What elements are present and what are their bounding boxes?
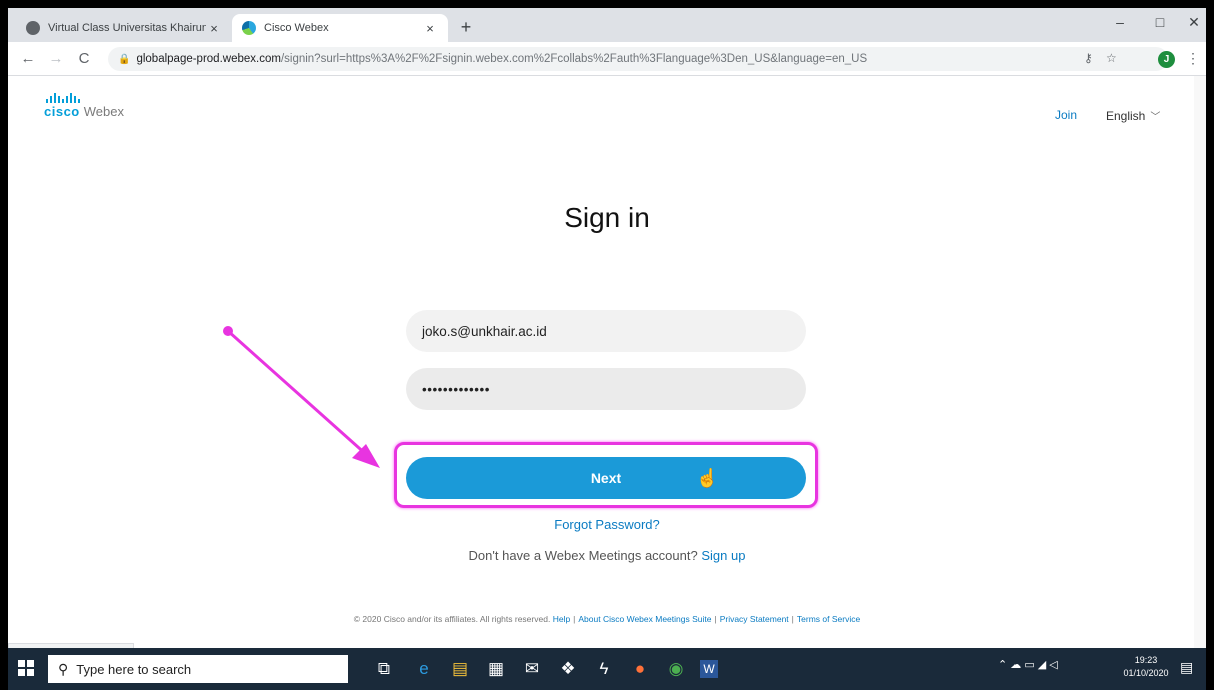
system-tray-icons[interactable]: ⌃ ☁ ▭ ◢ ◁ — [998, 658, 1058, 671]
url-host: globalpage-prod.webex.com — [136, 53, 281, 65]
new-tab-button[interactable]: + — [454, 17, 478, 38]
browser-menu-icon[interactable]: ⋮ — [1186, 50, 1200, 67]
firefox-icon[interactable]: ● — [628, 657, 652, 681]
webex-favicon-icon — [242, 21, 256, 35]
dropbox-icon[interactable]: ❖ — [556, 657, 580, 681]
task-view-icon[interactable]: ⧉ — [372, 657, 396, 681]
chrome-icon[interactable]: ◉ — [664, 657, 688, 681]
tab-virtual-class[interactable]: Virtual Class Universitas Khairun × — [16, 14, 232, 42]
forward-button[interactable]: → — [46, 50, 66, 67]
search-placeholder: Type here to search — [76, 661, 192, 677]
reload-button[interactable]: C — [74, 50, 94, 67]
bookmark-star-icon[interactable]: ☆ — [1106, 51, 1117, 65]
taskbar-search-box[interactable]: ⚲ Type here to search — [48, 655, 348, 683]
tab-cisco-webex[interactable]: Cisco Webex × — [232, 14, 448, 42]
url-path: /signin?surl=https%3A%2F%2Fsignin.webex.… — [280, 53, 868, 65]
close-window-button[interactable]: ✕ — [1174, 14, 1206, 31]
address-bar[interactable]: 🔒 globalpage-prod.webex.com /signin?surl… — [108, 47, 1168, 71]
back-button[interactable]: ← — [18, 50, 38, 67]
key-icon[interactable]: ⚷ — [1084, 51, 1093, 65]
tab-title: Virtual Class Universitas Khairun — [48, 22, 206, 34]
windows-taskbar: ⚲ Type here to search ⧉ e ▤ ▦ ✉ ❖ ϟ ● ◉ … — [8, 648, 1206, 690]
browser-toolbar: ← → C 🔒 globalpage-prod.webex.com /signi… — [8, 42, 1206, 76]
webex-signin-page: cisco Webex Join English ﹀ Sign in joko.s@… — [8, 76, 1206, 663]
lock-icon: 🔒 — [118, 53, 131, 65]
tab-title: Cisco Webex — [264, 22, 329, 34]
lightning-app-icon[interactable]: ϟ — [592, 657, 616, 681]
minimize-button[interactable]: – — [1100, 14, 1140, 30]
edge-icon[interactable]: e — [412, 657, 436, 681]
search-icon: ⚲ — [58, 660, 69, 677]
clock-date: 01/10/2020 — [1123, 668, 1169, 678]
profile-avatar[interactable]: J — [1158, 51, 1175, 68]
mail-icon[interactable]: ✉ — [520, 657, 544, 681]
tab-close-icon[interactable]: × — [206, 21, 222, 36]
tab-strip: Virtual Class Universitas Khairun × Cisc… — [8, 8, 1206, 42]
screen: Virtual Class Universitas Khairun × Cisc… — [8, 8, 1206, 690]
store-icon[interactable]: ▦ — [484, 657, 508, 681]
notification-center-icon[interactable]: ▤ — [1180, 659, 1193, 676]
annotation-arrow — [223, 326, 380, 468]
file-explorer-icon[interactable]: ▤ — [448, 657, 472, 681]
clock-time: 19:23 — [1134, 655, 1158, 665]
windows-start-icon[interactable] — [18, 660, 34, 676]
taskbar-clock[interactable]: 19:23 01/10/2020 — [1118, 654, 1174, 680]
tab-close-icon[interactable]: × — [422, 21, 438, 36]
word-icon[interactable]: W — [700, 660, 718, 678]
globe-icon — [26, 21, 40, 35]
